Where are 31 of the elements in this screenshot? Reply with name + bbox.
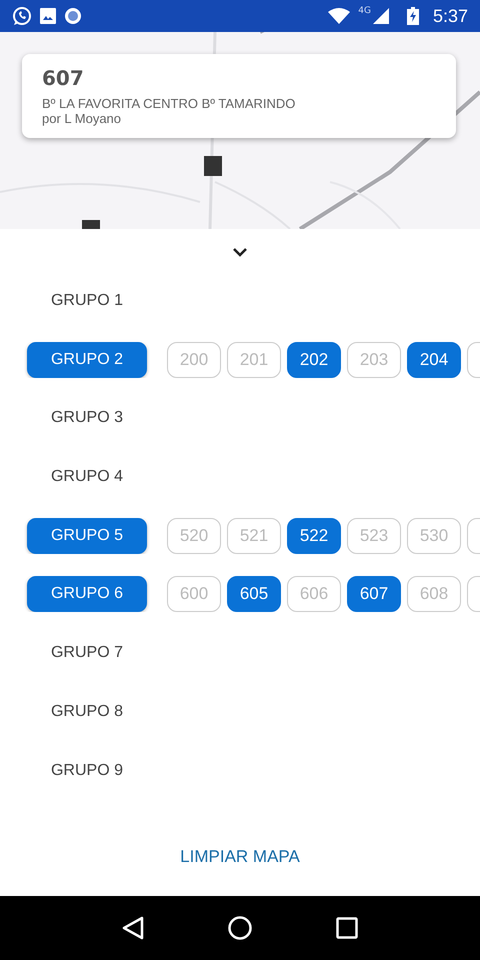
circle-icon xyxy=(64,7,82,25)
route-number: 607 xyxy=(42,66,85,90)
group-button[interactable]: GRUPO 4 xyxy=(27,459,147,496)
clock: 5:37 xyxy=(432,6,468,26)
route-card[interactable]: 607 Bº LA FAVORITA CENTRO Bº TAMARINDO por L Moyano xyxy=(22,54,456,138)
group-button[interactable]: GRUPO 8 xyxy=(27,694,147,730)
network-type: 4G xyxy=(358,6,371,16)
line-chip[interactable]: 607 xyxy=(347,576,401,612)
route-via: por L Moyano xyxy=(42,111,122,126)
line-chip[interactable]: 204 xyxy=(407,342,461,378)
wifi-icon xyxy=(328,8,350,24)
battery-icon xyxy=(406,7,419,25)
group-button[interactable]: GRUPO 2 xyxy=(27,342,147,378)
line-chip[interactable]: 605 xyxy=(227,576,281,612)
group-button[interactable]: GRUPO 3 xyxy=(27,400,147,436)
group-button[interactable]: GRUPO 5 xyxy=(27,518,147,554)
whatsapp-icon xyxy=(12,6,32,26)
line-chip[interactable]: 202 xyxy=(287,342,341,378)
home-icon[interactable] xyxy=(228,916,252,940)
chevron-down-icon[interactable] xyxy=(232,247,248,257)
recents-icon[interactable] xyxy=(336,917,358,939)
group-button[interactable]: GRUPO 1 xyxy=(27,283,147,319)
line-chip[interactable]: 522 xyxy=(287,518,341,554)
group-button[interactable]: GRUPO 7 xyxy=(27,635,147,672)
group-button[interactable]: GRUPO 6 xyxy=(27,576,147,612)
back-icon[interactable] xyxy=(122,916,144,940)
clear-map-button[interactable]: LIMPIAR MAPA xyxy=(174,846,306,868)
group-button[interactable]: GRUPO 9 xyxy=(27,752,147,788)
signal-icon xyxy=(372,8,389,24)
image-icon xyxy=(40,8,56,24)
route-name: Bº LA FAVORITA CENTRO Bº TAMARINDO xyxy=(42,96,296,111)
